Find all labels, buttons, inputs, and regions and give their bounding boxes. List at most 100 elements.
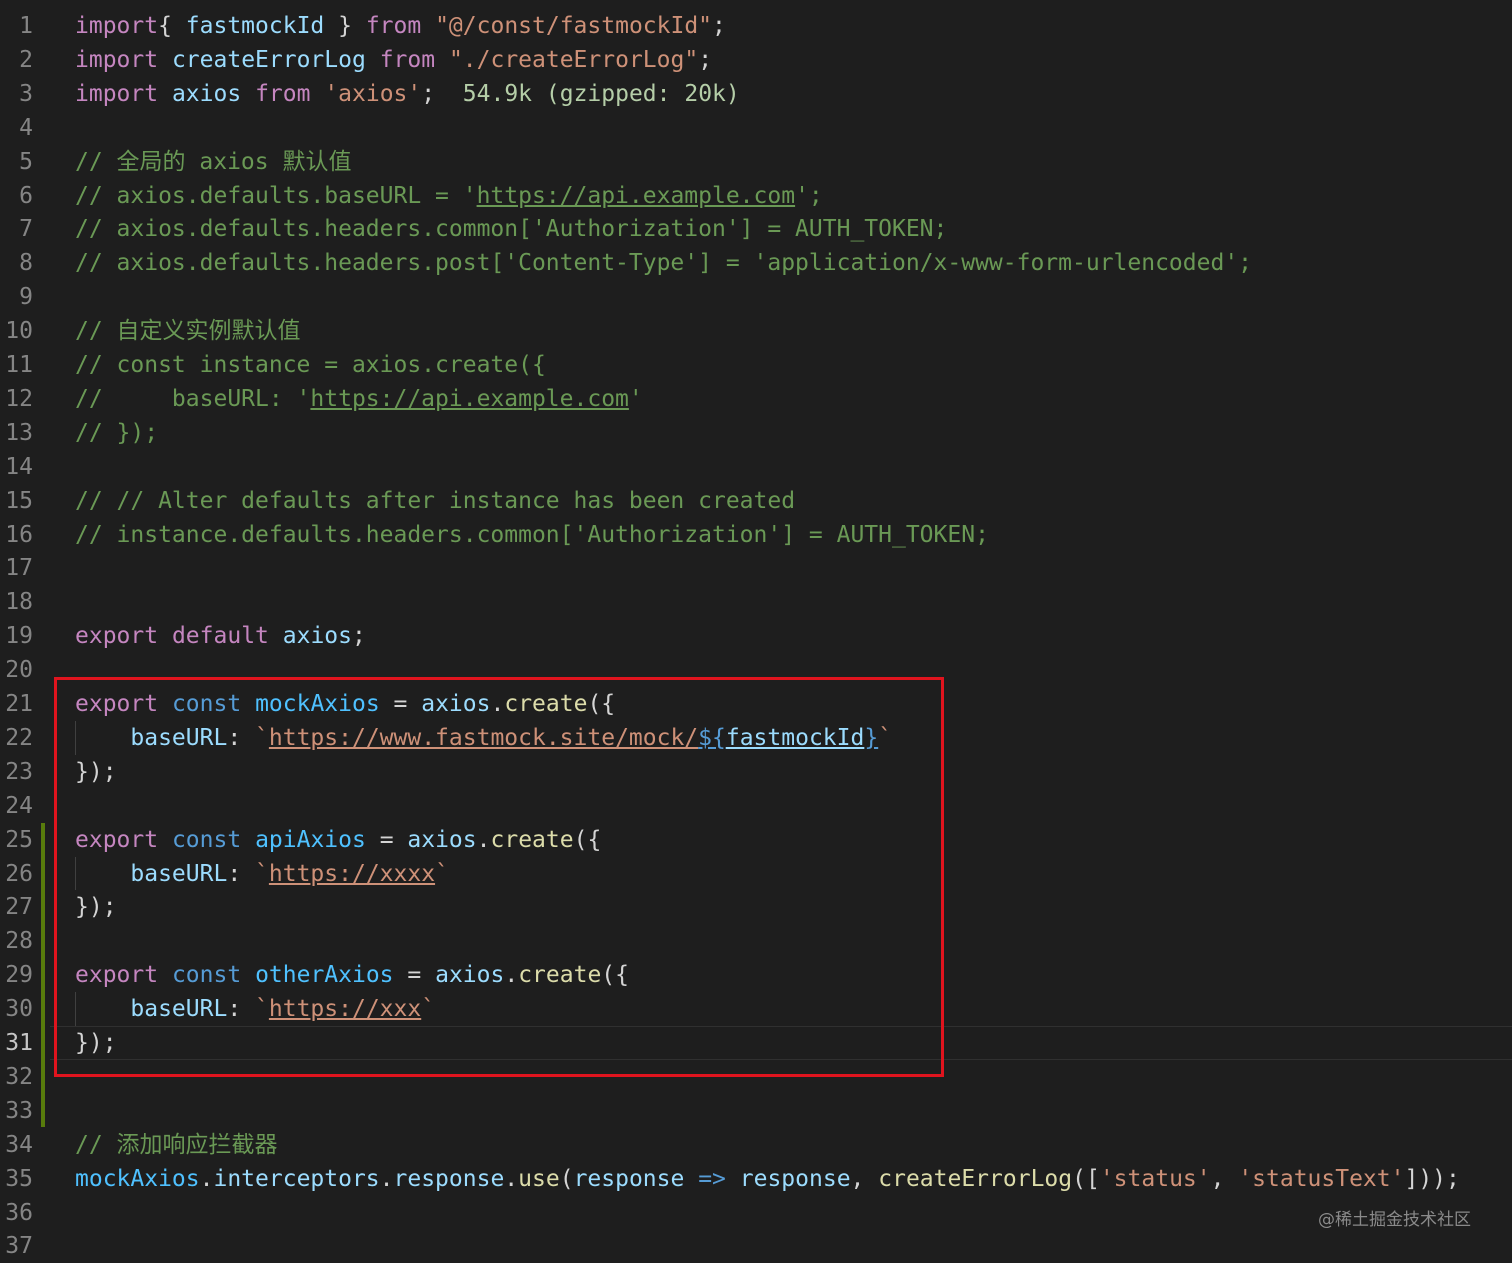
code-line[interactable]: 8 // axios.defaults.headers.post['Content… — [0, 246, 1512, 280]
line-number: 19 — [5, 623, 33, 650]
line-number: 11 — [5, 352, 33, 378]
code-token: ])); — [1404, 1165, 1460, 1192]
code-line[interactable]: 34 // 添加响应拦截器 — [0, 1128, 1512, 1162]
code-token: ([ — [1072, 1165, 1100, 1192]
code-token: response — [573, 1165, 685, 1192]
line-code[interactable]: // axios.defaults.baseURL = 'https://api… — [75, 179, 823, 213]
code-token: from — [379, 46, 436, 73]
code-token: default — [171, 623, 269, 650]
code-token: "./createErrorLog" — [448, 46, 699, 73]
code-token: // // Alter defaults after instance has … — [75, 487, 796, 514]
line-code[interactable]: // const instance = axios.create({ — [75, 348, 546, 382]
code-token: axios — [282, 623, 352, 650]
line-code[interactable]: // 自定义实例默认值 — [75, 314, 301, 348]
line-code[interactable]: // 全局的 axios 默认值 — [75, 145, 351, 179]
code-line[interactable]: 15 // // Alter defaults after instance ha… — [0, 484, 1512, 518]
code-token: export — [75, 623, 159, 650]
code-line[interactable]: 4 — [0, 111, 1512, 145]
code-token: ; — [421, 80, 463, 107]
code-token: from — [255, 80, 311, 107]
line-number: 20 — [5, 657, 33, 684]
code-line[interactable]: 35 mockAxios.interceptors.response.use(re… — [0, 1162, 1512, 1196]
line-number: 28 — [5, 928, 33, 955]
code-token: 'axios' — [324, 80, 422, 107]
code-line[interactable]: 14 — [0, 450, 1512, 484]
line-number: 13 — [5, 419, 33, 446]
code-editor[interactable]: 1 import{ fastmockId } from "@/const/fast… — [0, 0, 1512, 1262]
code-token: use — [518, 1165, 560, 1192]
line-number: 17 — [5, 555, 33, 582]
code-token: ; — [698, 46, 713, 73]
code-line[interactable]: 11 // const instance = axios.create({ — [0, 348, 1512, 382]
code-line[interactable]: 2 import createErrorLog from "./createErr… — [0, 43, 1512, 77]
code-token: . — [199, 1165, 214, 1192]
line-code[interactable]: import createErrorLog from "./createErro… — [75, 43, 712, 77]
line-number: 23 — [5, 758, 33, 785]
line-code[interactable]: // axios.defaults.headers.common['Author… — [75, 212, 947, 246]
code-token: import — [75, 46, 159, 73]
line-code[interactable]: import{ fastmockId } from "@/const/fastm… — [75, 9, 726, 43]
code-token: ; — [712, 13, 726, 39]
code-line[interactable]: 3 import axios from 'axios'; 54.9k (gzipp… — [0, 77, 1512, 111]
line-number: 2 — [19, 46, 33, 73]
line-number: 14 — [5, 453, 33, 480]
code-token: mockAxios — [75, 1165, 200, 1192]
code-line[interactable]: 16 // instance.defaults.headers.common['A… — [0, 518, 1512, 552]
line-number: 15 — [5, 487, 33, 514]
line-number: 9 — [19, 284, 33, 311]
code-line[interactable]: 9 — [0, 280, 1512, 314]
code-token: // axios.defaults.headers.common['Author… — [75, 216, 948, 243]
line-code[interactable]: // baseURL: 'https://api.example.com' — [75, 382, 643, 416]
code-token: // axios.defaults.baseURL = ' — [75, 182, 477, 209]
line-code[interactable]: // instance.defaults.headers.common['Aut… — [75, 518, 989, 552]
code-line[interactable]: 13 // }); — [0, 416, 1512, 450]
code-line[interactable]: 37 — [0, 1229, 1512, 1263]
code-line[interactable]: 36 — [0, 1196, 1512, 1230]
code-line[interactable]: 7 // axios.defaults.headers.common['Autho… — [0, 212, 1512, 246]
line-code[interactable]: mockAxios.interceptors.response.use(resp… — [75, 1162, 1460, 1196]
line-number: 34 — [5, 1131, 33, 1158]
line-number: 27 — [5, 894, 33, 921]
code-token: ( — [559, 1165, 574, 1192]
line-code[interactable]: // axios.defaults.headers.post['Content-… — [75, 246, 1252, 280]
line-number: 1 — [19, 13, 33, 39]
code-token: createErrorLog — [171, 46, 366, 73]
line-code[interactable]: // 添加响应拦截器 — [75, 1128, 278, 1162]
line-number: 12 — [5, 385, 33, 412]
line-code[interactable]: // // Alter defaults after instance has … — [75, 484, 795, 518]
line-code[interactable]: export default axios; — [75, 619, 366, 653]
indent-guide — [75, 720, 76, 755]
code-line[interactable]: 10 // 自定义实例默认值 — [0, 314, 1512, 348]
code-line[interactable]: 33 — [0, 1094, 1512, 1128]
code-token: // }); — [75, 419, 159, 446]
watermark: @稀土掘金技术社区 — [1318, 1210, 1471, 1230]
code-line[interactable]: 6 // axios.defaults.baseURL = 'https://ap… — [0, 179, 1512, 213]
line-number: 3 — [19, 80, 33, 107]
line-code[interactable]: // }); — [75, 416, 158, 450]
line-number: 21 — [5, 691, 33, 717]
code-line[interactable]: 12 // baseURL: 'https://api.example.com' — [0, 382, 1512, 416]
code-line[interactable]: 19 export default axios; — [0, 619, 1512, 653]
code-token: // 全局的 axios 默认值 — [75, 148, 352, 175]
code-token: . — [379, 1165, 394, 1192]
code-line[interactable]: 18 — [0, 585, 1512, 619]
code-line[interactable]: 1 import{ fastmockId } from "@/const/fast… — [0, 9, 1512, 43]
code-line[interactable]: 17 — [0, 551, 1512, 585]
code-line[interactable]: 5 // 全局的 axios 默认值 — [0, 145, 1512, 179]
code-token: 'status' — [1099, 1165, 1211, 1192]
code-token: response — [393, 1165, 505, 1192]
code-token: ' — [628, 385, 643, 412]
line-number: 29 — [5, 962, 33, 989]
line-number: 18 — [5, 589, 33, 616]
annotation-highlight-box — [54, 677, 944, 1077]
code-token: interceptors — [213, 1165, 380, 1192]
line-code[interactable]: import axios from 'axios'; 54.9k (gzippe… — [75, 77, 740, 111]
